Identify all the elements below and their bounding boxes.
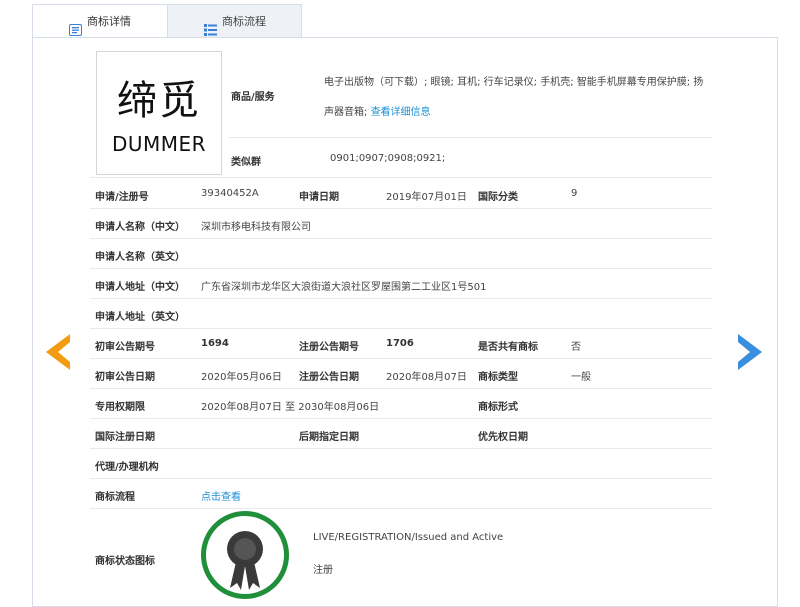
document-icon: [69, 16, 82, 36]
reg-date-label: 注册公告日期: [299, 372, 359, 383]
goods-value-line2: 声器音箱; 查看详细信息: [324, 107, 431, 118]
divider: [90, 358, 712, 359]
tm-form-label: 商标形式: [478, 402, 518, 413]
intl-reg-date-label: 国际注册日期: [95, 432, 155, 443]
previous-arrow-inner: [58, 342, 70, 362]
exclusive-period-label: 专用权期限: [95, 402, 145, 413]
shared-value: 否: [571, 342, 581, 353]
applicant-cn-label: 申请人名称（中文）: [95, 222, 185, 233]
divider: [90, 208, 712, 209]
divider: [90, 448, 712, 449]
address-cn-label: 申请人地址（中文）: [95, 282, 185, 293]
shared-label: 是否共有商标: [478, 342, 538, 353]
logo-english-text: DUMMER: [111, 132, 207, 156]
divider: [228, 137, 712, 138]
goods-value-line1: 电子出版物（可下载）; 眼镜; 耳机; 行车记录仪; 手机壳; 智能手机屏幕专用…: [324, 77, 704, 88]
tab-label: 商标详情: [87, 15, 131, 28]
logo-chinese-text: 缔觅: [117, 78, 201, 124]
agent-label: 代理/办理机构: [95, 462, 159, 473]
divider: [90, 177, 712, 178]
tm-type-label: 商标类型: [478, 372, 518, 383]
address-cn-value: 广东省深圳市龙华区大浪街道大浪社区罗屋围第二工业区1号501: [201, 282, 487, 293]
divider: [90, 418, 712, 419]
tm-type-value: 一般: [571, 372, 591, 383]
prelim-issue-value: 1694: [201, 338, 229, 349]
divider: [90, 478, 712, 479]
divider: [90, 298, 712, 299]
intl-class-value: 9: [571, 188, 578, 199]
prelim-date-value: 2020年05月06日: [201, 372, 282, 383]
goods-label: 商品/服务: [231, 92, 275, 103]
app-date-label: 申请日期: [299, 192, 339, 203]
priority-date-label: 优先权日期: [478, 432, 528, 443]
reg-issue-label: 注册公告期号: [299, 342, 359, 353]
reg-date-value: 2020年08月07日: [386, 372, 467, 383]
status-english: LIVE/REGISTRATION/Issued and Active: [313, 532, 504, 543]
app-date-value: 2019年07月01日: [386, 192, 467, 203]
status-chinese: 注册: [313, 565, 333, 576]
status-icon-label: 商标状态图标: [95, 556, 155, 567]
later-date-label: 后期指定日期: [299, 432, 359, 443]
prelim-issue-label: 初审公告期号: [95, 342, 155, 353]
registered-status-badge-icon: [201, 511, 289, 599]
address-en-label: 申请人地址（英文）: [95, 312, 185, 323]
view-process-link[interactable]: 点击查看: [201, 488, 241, 503]
applicant-en-label: 申请人名称（英文）: [95, 252, 185, 263]
trademark-image[interactable]: 缔觅 DUMMER: [96, 51, 222, 175]
tab-trademark-process[interactable]: 商标流程: [168, 4, 302, 38]
applicant-cn-value: 深圳市移电科技有限公司: [201, 222, 311, 233]
reg-no-label: 申请/注册号: [95, 192, 149, 203]
next-arrow-inner: [738, 342, 750, 362]
divider: [90, 268, 712, 269]
intl-class-label: 国际分类: [478, 192, 518, 203]
similar-group-label: 类似群: [231, 157, 261, 168]
view-details-link[interactable]: 查看详细信息: [371, 107, 431, 118]
divider: [90, 328, 712, 329]
prelim-date-label: 初审公告日期: [95, 372, 155, 383]
divider: [90, 388, 712, 389]
divider: [90, 238, 712, 239]
exclusive-period-value: 2020年08月07日 至 2030年08月06日: [201, 402, 380, 413]
reg-no-value: 39340452A: [201, 188, 259, 199]
tab-trademark-details[interactable]: 商标详情: [32, 4, 168, 38]
process-label: 商标流程: [95, 492, 135, 503]
tab-label: 商标流程: [222, 15, 266, 28]
list-icon: [204, 16, 217, 36]
reg-issue-value: 1706: [386, 338, 414, 349]
similar-group-value: 0901;0907;0908;0921;: [330, 153, 446, 164]
divider: [90, 508, 712, 509]
